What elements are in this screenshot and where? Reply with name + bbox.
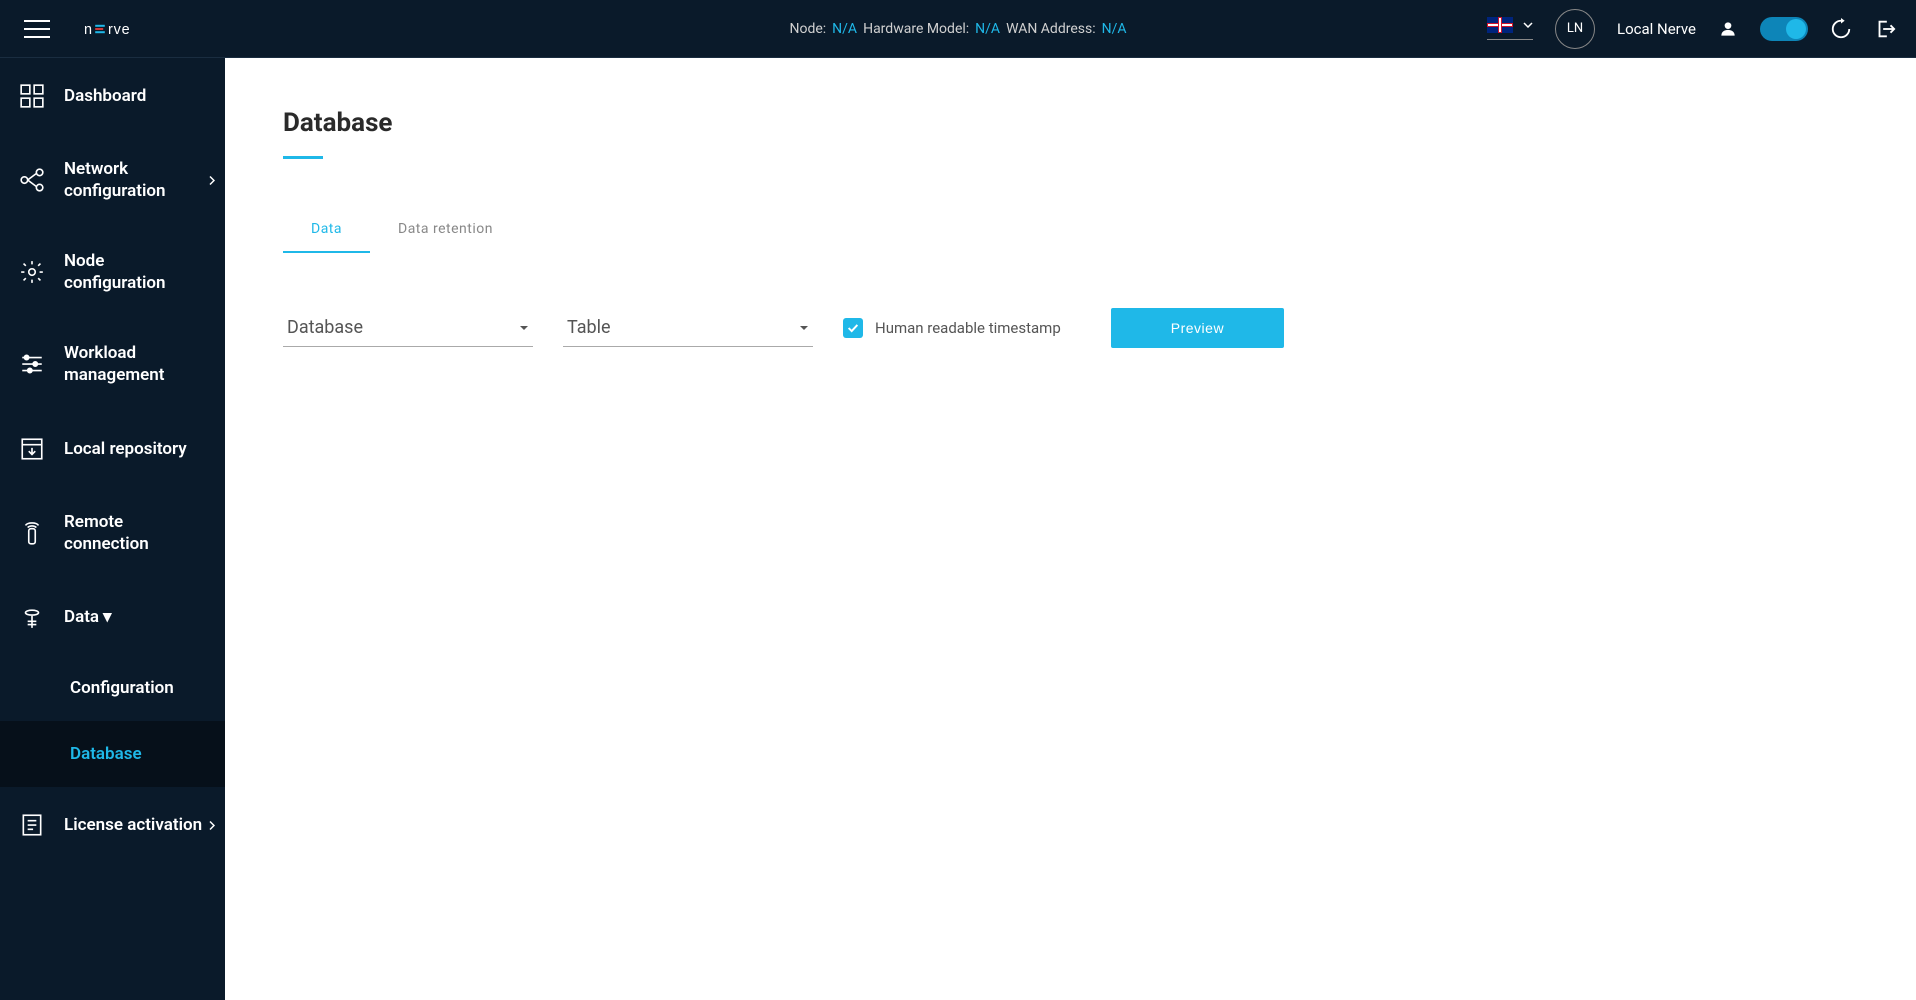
caret-down-icon: ▾: [103, 606, 112, 628]
avatar-initials: LN: [1567, 21, 1583, 36]
sidebar-item-dashboard[interactable]: Dashboard: [0, 58, 225, 134]
chevron-right-icon: [209, 815, 215, 834]
tab-label: Data retention: [398, 221, 493, 237]
network-icon: [18, 166, 46, 194]
data-icon: [18, 603, 46, 631]
user-icon[interactable]: [1718, 19, 1738, 39]
sidebar-label: Data▾: [64, 606, 112, 628]
sidebar-item-configuration[interactable]: Configuration: [0, 655, 225, 721]
repository-icon: [18, 435, 46, 463]
sidebar-item-node-configuration[interactable]: Node configuration: [0, 226, 225, 318]
svg-text:rve: rve: [108, 21, 130, 36]
tab-label: Data: [311, 221, 342, 237]
license-icon: [18, 811, 46, 839]
chevron-down-icon: [799, 325, 809, 331]
hw-label: Hardware Model:: [863, 21, 969, 37]
node-value: N/A: [832, 21, 857, 37]
checkbox-icon: [843, 318, 863, 338]
workload-icon: [18, 350, 46, 378]
table-select[interactable]: Table: [563, 309, 813, 347]
sidebar-item-database[interactable]: Database: [0, 721, 225, 787]
sidebar-label: Dashboard: [64, 85, 146, 107]
title-underline: [283, 156, 323, 159]
toggle-knob: [1786, 19, 1806, 39]
tabs: Data Data retention: [283, 207, 1858, 253]
header-status: Node: N/A Hardware Model: N/A WAN Addres…: [789, 21, 1126, 37]
sidebar-label: Local repository: [64, 438, 187, 460]
header: n rve Node: N/A Hardware Model: N/A WAN …: [0, 0, 1916, 58]
database-select[interactable]: Database: [283, 309, 533, 347]
wan-label: WAN Address:: [1006, 21, 1096, 37]
page-title: Database: [283, 108, 1858, 156]
sidebar-label: Configuration: [70, 677, 174, 699]
logout-icon[interactable]: [1874, 18, 1896, 40]
sidebar-item-local-repository[interactable]: Local repository: [0, 411, 225, 487]
node-label: Node:: [789, 21, 826, 37]
language-select[interactable]: [1487, 17, 1533, 40]
dashboard-icon: [18, 82, 46, 110]
avatar[interactable]: LN: [1555, 9, 1595, 49]
sidebar-item-license-activation[interactable]: License activation: [0, 787, 225, 863]
sidebar-item-remote-connection[interactable]: Remote connection: [0, 487, 225, 579]
chevron-down-icon: [519, 325, 529, 331]
header-right: LN Local Nerve: [1487, 9, 1896, 49]
select-label: Database: [287, 317, 363, 338]
chevron-down-icon: [1523, 22, 1533, 28]
checkbox-label: Human readable timestamp: [875, 319, 1061, 337]
sidebar: Dashboard Network configuration Node con…: [0, 58, 225, 1000]
preview-button[interactable]: Preview: [1111, 308, 1284, 348]
sidebar-item-workload-management[interactable]: Workload management: [0, 318, 225, 410]
hw-value: N/A: [975, 21, 1000, 37]
select-label: Table: [567, 317, 611, 338]
wan-value: N/A: [1102, 21, 1127, 37]
tab-data-retention[interactable]: Data retention: [370, 207, 521, 253]
sidebar-label: Database: [70, 743, 142, 765]
sidebar-item-network-configuration[interactable]: Network configuration: [0, 134, 225, 226]
remote-icon: [18, 519, 46, 547]
sidebar-item-data[interactable]: Data▾: [0, 579, 225, 655]
svg-text:n: n: [84, 21, 93, 36]
node-config-icon: [18, 258, 46, 286]
sidebar-label: Node configuration: [64, 250, 207, 294]
main-content: Database Data Data retention Database Ta…: [225, 58, 1916, 1000]
sidebar-label: Network configuration: [64, 158, 207, 202]
sidebar-label: Workload management: [64, 342, 207, 386]
tab-data[interactable]: Data: [283, 207, 370, 253]
hamburger-menu-button[interactable]: [20, 16, 54, 42]
human-readable-timestamp-checkbox[interactable]: Human readable timestamp: [843, 318, 1061, 338]
form-row: Database Table Human readable timestamp …: [283, 308, 1858, 348]
nerve-logo: n rve: [84, 21, 164, 37]
toggle-switch[interactable]: [1760, 17, 1808, 41]
chevron-right-icon: [209, 171, 215, 190]
reboot-icon[interactable]: [1830, 18, 1852, 40]
sidebar-label: License activation: [64, 814, 202, 836]
sidebar-label: Remote connection: [64, 511, 207, 555]
uk-flag-icon: [1487, 17, 1513, 33]
user-label: Local Nerve: [1617, 20, 1696, 38]
